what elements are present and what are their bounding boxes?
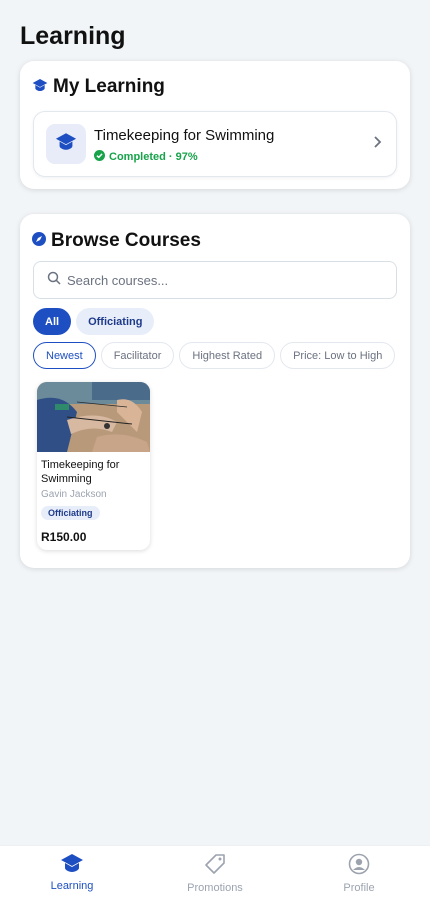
- course-category-badge: Officiating: [41, 506, 100, 520]
- learning-item[interactable]: Timekeeping for Swimming Completed · 97%: [33, 111, 397, 177]
- course-title: Timekeeping for Swimming: [41, 459, 120, 485]
- compass-icon: [32, 230, 46, 252]
- sort-chip-newest[interactable]: Newest: [33, 342, 96, 369]
- category-filter-row: All Officiating: [33, 308, 155, 335]
- course-icon-box: [46, 124, 86, 164]
- sort-filter-row: Newest Facilitator Highest Rated Price: …: [33, 342, 396, 369]
- graduation-cap-icon: [60, 853, 84, 876]
- my-learning-heading-text: My Learning: [53, 76, 165, 97]
- nav-profile[interactable]: Profile: [304, 853, 414, 894]
- course-thumbnail: [37, 382, 150, 452]
- nav-promotions-label: Promotions: [187, 882, 243, 894]
- user-circle-icon: [348, 853, 370, 878]
- nav-learning[interactable]: Learning: [17, 853, 127, 892]
- learning-status-text: Completed · 97%: [109, 151, 198, 163]
- check-circle-icon: [94, 150, 105, 164]
- sort-chip-facilitator[interactable]: Facilitator: [100, 342, 175, 369]
- nav-promotions[interactable]: Promotions: [160, 853, 270, 894]
- chevron-right-icon[interactable]: [373, 135, 382, 154]
- course-price: R150.00: [41, 530, 87, 544]
- course-card[interactable]: Timekeeping for Swimming Gavin Jackson O…: [37, 382, 150, 550]
- category-chip-all[interactable]: All: [33, 308, 72, 335]
- tag-icon: [204, 853, 226, 878]
- search-input[interactable]: [67, 272, 367, 288]
- learning-item-title: Timekeeping for Swimming: [94, 127, 275, 144]
- category-chip-officiating[interactable]: Officiating: [76, 308, 155, 335]
- sort-chip-price-low-high[interactable]: Price: Low to High: [280, 342, 396, 369]
- page-title: Learning: [20, 22, 126, 50]
- course-author: Gavin Jackson: [41, 489, 107, 500]
- my-learning-heading: My Learning: [32, 76, 165, 98]
- nav-profile-label: Profile: [343, 882, 375, 894]
- learning-item-status: Completed · 97%: [94, 150, 198, 164]
- bottom-nav: Learning Promotions Profile: [0, 845, 430, 900]
- graduation-cap-icon: [55, 132, 77, 156]
- browse-courses-card: Browse Courses All Officiating Newest Fa…: [20, 214, 410, 568]
- nav-learning-label: Learning: [50, 880, 94, 892]
- browse-courses-heading: Browse Courses: [32, 230, 201, 252]
- graduation-cap-icon: [32, 76, 48, 98]
- search-field[interactable]: [33, 261, 397, 299]
- browse-courses-heading-text: Browse Courses: [51, 230, 201, 251]
- search-icon: [47, 271, 61, 290]
- sort-chip-highest-rated[interactable]: Highest Rated: [179, 342, 276, 369]
- my-learning-card: My Learning Timekeeping for Swimming Com…: [20, 61, 410, 189]
